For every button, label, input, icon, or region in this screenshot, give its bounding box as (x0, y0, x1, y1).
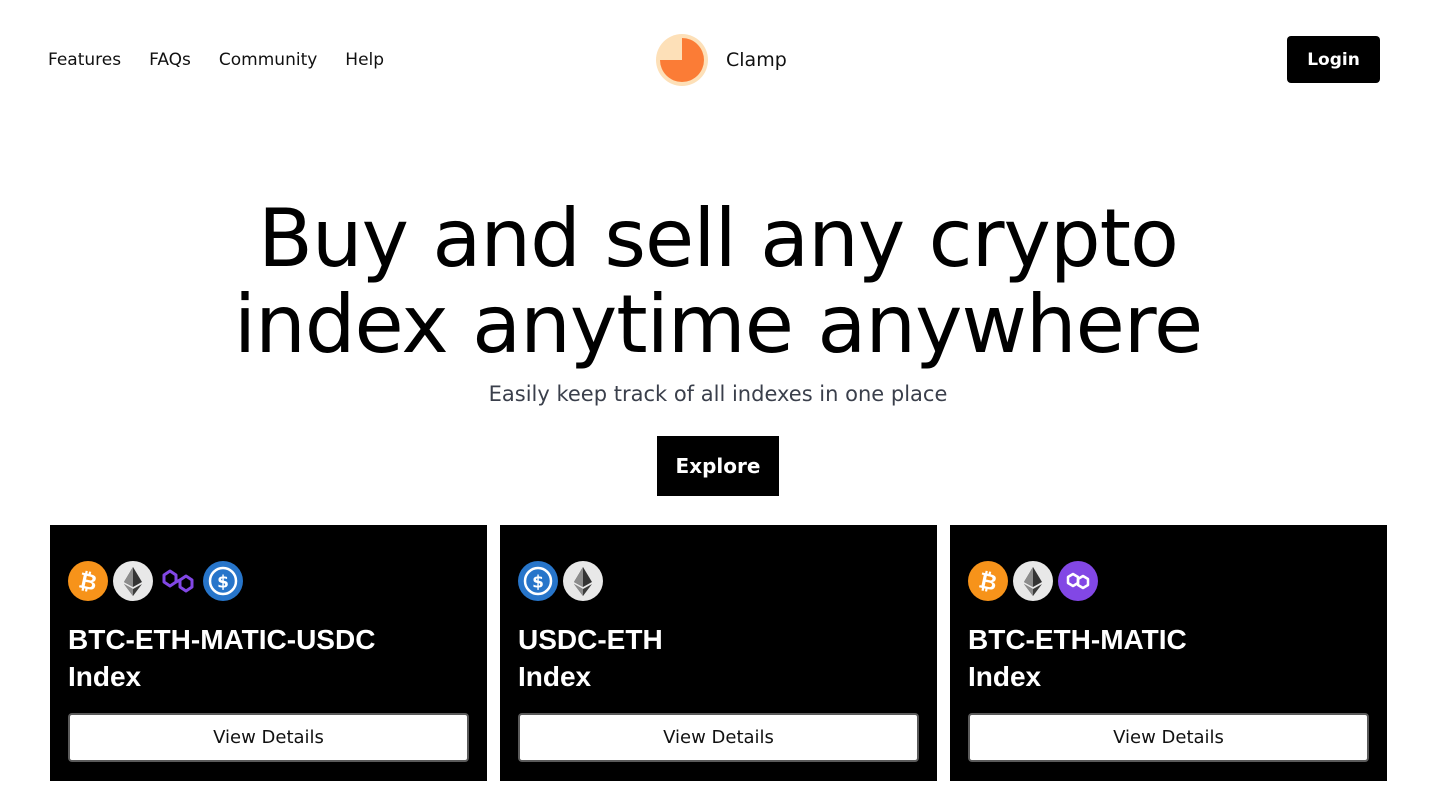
bitcoin-icon: ₿ (968, 561, 1008, 601)
svg-text:$: $ (217, 573, 229, 593)
card-title-suffix: Index (518, 661, 592, 692)
card-title-suffix: Index (968, 661, 1042, 692)
view-details-button[interactable]: View Details (518, 713, 919, 762)
explore-button[interactable]: Explore (657, 436, 779, 496)
bitcoin-icon: ₿ (68, 561, 108, 601)
nav-link-community[interactable]: Community (219, 48, 317, 72)
index-card: ₿ $ BTC-ETH-MATIC-USDC Index View Detail… (50, 525, 487, 781)
view-details-button[interactable]: View Details (968, 713, 1369, 762)
usdc-icon: $ (518, 561, 558, 601)
card-title-pair: USDC-ETH (518, 624, 663, 655)
hero-title-line-2: index anytime anywhere (233, 278, 1203, 371)
index-cards: ₿ $ BTC-ETH-MATIC-USDC Index View Detail… (50, 525, 1387, 781)
nav-link-help[interactable]: Help (345, 48, 384, 72)
pie-chart-icon (656, 34, 708, 86)
hero-title: Buy and sell any crypto index anytime an… (0, 196, 1436, 368)
card-title: USDC-ETH Index (518, 621, 919, 695)
card-title-suffix: Index (68, 661, 142, 692)
nav-link-faqs[interactable]: FAQs (149, 48, 191, 72)
brand-name: Clamp (726, 49, 787, 71)
usdc-icon: $ (203, 561, 243, 601)
hero-title-line-1: Buy and sell any crypto (258, 192, 1179, 285)
polygon-icon (1058, 561, 1098, 601)
coin-icons: $ (518, 561, 919, 601)
ethereum-icon (563, 561, 603, 601)
view-details-button[interactable]: View Details (68, 713, 469, 762)
card-title: BTC-ETH-MATIC Index (968, 621, 1369, 695)
coin-icons: ₿ (68, 561, 469, 601)
ethereum-icon (1013, 561, 1053, 601)
polygon-icon (158, 561, 198, 601)
coin-icons: ₿ (968, 561, 1369, 601)
card-title-pair: BTC-ETH-MATIC-USDC (68, 624, 376, 655)
index-card: $ USDC-ETH Index View Details (500, 525, 937, 781)
login-button[interactable]: Login (1287, 36, 1380, 83)
card-title: BTC-ETH-MATIC-USDC Index (68, 621, 469, 695)
index-card: ₿ BTC-ETH-MATIC Index View Details (950, 525, 1387, 781)
svg-text:$: $ (532, 573, 544, 593)
brand[interactable]: Clamp (656, 34, 787, 86)
card-title-pair: BTC-ETH-MATIC (968, 624, 1187, 655)
ethereum-icon (113, 561, 153, 601)
nav-link-features[interactable]: Features (48, 48, 121, 72)
hero-subtitle: Easily keep track of all indexes in one … (488, 382, 948, 406)
top-nav: Features FAQs Community Help (48, 48, 412, 72)
